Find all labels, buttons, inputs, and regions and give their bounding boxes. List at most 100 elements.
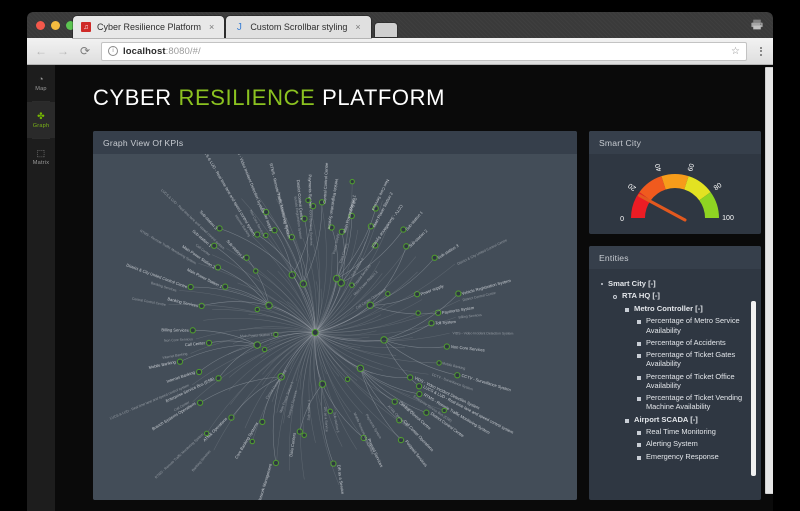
graph-node[interactable] <box>423 409 430 416</box>
graph-card-title: Graph View Of KPIs <box>93 131 577 154</box>
graph-node[interactable] <box>407 374 414 381</box>
new-tab-button[interactable] <box>374 23 397 37</box>
graph-node-label: Banking Services <box>167 296 199 308</box>
graph-node[interactable] <box>349 178 355 185</box>
graph-node[interactable] <box>380 336 388 344</box>
graph-node[interactable] <box>301 432 307 438</box>
sidebar-item-map[interactable]: ◔ Map <box>27 65 55 101</box>
browser-tab-1[interactable]: ♫ Cyber Resilience Platform × <box>73 16 225 38</box>
browser-tab-2[interactable]: J Custom Scrollbar styling × <box>226 16 371 38</box>
entities-tree[interactable]: Smart City [-] RTA HQ [-] Metro Controller… <box>589 269 761 500</box>
kpi-network-graph[interactable]: Main Power Station 1 Main Power Station 2… <box>93 154 577 500</box>
sidebar-item-label: Graph <box>32 123 50 129</box>
graph-card-body[interactable]: Main Power Station 1 Main Power Station 2… <box>93 154 577 500</box>
tree-bullet-icon <box>625 307 629 312</box>
address-bar[interactable]: i localhost:8080/#/ ☆ <box>101 41 747 61</box>
graph-node[interactable] <box>415 383 423 390</box>
close-tab-icon[interactable]: × <box>209 22 214 32</box>
bookmark-star-icon[interactable]: ☆ <box>731 46 740 57</box>
tree-item[interactable]: Percentage of Ticket Vending Machine Ava… <box>599 393 749 412</box>
tree-item[interactable]: Real Time Monitoring <box>599 427 749 436</box>
site-info-icon[interactable]: i <box>108 46 118 56</box>
tree-item[interactable]: RTA HQ [-] <box>599 291 749 300</box>
graph-node[interactable] <box>454 372 461 379</box>
graph-node[interactable] <box>385 291 391 297</box>
url-host: localhost <box>123 45 166 57</box>
tree-item[interactable]: Percentage of Accidents <box>599 338 749 347</box>
graph-node[interactable] <box>205 339 213 347</box>
graph-node[interactable] <box>455 290 462 297</box>
map-icon: ◔ <box>38 74 44 84</box>
graph-node[interactable] <box>196 399 204 406</box>
close-window-button[interactable] <box>36 21 45 30</box>
graph-node-label: Banking Services <box>191 449 212 472</box>
reload-button[interactable]: ⟳ <box>79 45 91 57</box>
graph-node[interactable] <box>441 407 447 414</box>
tree-item[interactable]: Percentage of Ticket Office Availability <box>599 372 749 391</box>
graph-node[interactable] <box>311 328 319 337</box>
graph-node[interactable] <box>443 343 450 350</box>
tree-item[interactable]: Alerting System <box>599 439 749 448</box>
chrome-menu-icon[interactable] <box>757 46 765 56</box>
minimize-window-button[interactable] <box>51 21 60 30</box>
tree-item-label: Percentage of Ticket Vending Machine Ava… <box>646 393 743 412</box>
graph-node-label: Mobile Network Management <box>253 462 273 500</box>
graph-node[interactable] <box>198 302 205 310</box>
graph-node-label: VIDS - Video Incident Detection System <box>453 331 514 335</box>
url-path: :8080/#/ <box>165 45 201 57</box>
tree-item[interactable]: Metro Controller [-] <box>599 304 749 313</box>
graph-node[interactable] <box>195 368 203 376</box>
graph-node[interactable] <box>415 310 421 316</box>
sidebar-item-matrix[interactable]: ⬚ Matrix <box>27 139 55 175</box>
page-viewport: ◔ Map ✤ Graph ⬚ Matrix CYBER RESILIENCE … <box>27 65 773 511</box>
title-part-1: CYBER <box>93 85 172 110</box>
graph-node-label: Sub-station 2 <box>408 228 429 249</box>
graph-node[interactable] <box>272 459 280 467</box>
printer-icon[interactable] <box>751 19 763 30</box>
tab-strip[interactable]: ♫ Cyber Resilience Platform × J Custom S… <box>73 16 397 38</box>
graph-node-label: Sub-station 3 <box>436 243 460 260</box>
graph-card: Graph View Of KPIs Main Power Station 1M… <box>93 131 577 500</box>
graph-node[interactable] <box>254 306 261 313</box>
entities-card-body[interactable]: Smart City [-] RTA HQ [-] Metro Controller… <box>589 269 761 500</box>
graph-node[interactable] <box>344 376 351 383</box>
tree-item[interactable]: Percentage of Ticket Gates Availability <box>599 350 749 369</box>
tree-item[interactable]: Emergency Response <box>599 452 749 461</box>
graph-edge <box>370 304 439 315</box>
entities-scrollbar[interactable] <box>751 301 756 476</box>
graph-node[interactable] <box>189 327 196 334</box>
graph-node-label: Central Control Centre <box>322 162 329 204</box>
close-tab-icon[interactable]: × <box>355 22 360 32</box>
graph-node[interactable] <box>327 408 333 415</box>
graph-edge <box>198 344 258 373</box>
tree-bullet-icon <box>637 341 641 346</box>
graph-node[interactable] <box>436 360 442 366</box>
page-scrollbar-thumb[interactable] <box>765 67 773 494</box>
smart-city-gauge: 0 20 40 60 80 100 <box>620 163 734 222</box>
graph-node[interactable] <box>222 283 229 290</box>
back-button[interactable]: ← <box>35 45 47 57</box>
graph-node-label: Core Banking Systems <box>234 421 259 459</box>
tree-item[interactable]: Percentage of Metro Service Availability <box>599 316 749 335</box>
graph-node[interactable] <box>261 346 268 353</box>
graph-node[interactable] <box>259 418 266 426</box>
forward-button[interactable]: → <box>57 45 69 57</box>
graph-node[interactable] <box>249 438 256 445</box>
graph-edge <box>218 344 258 379</box>
graph-node-label: Power supply <box>332 233 340 255</box>
graph-node-label: Power supply <box>420 283 445 297</box>
sidebar-item-label: Matrix <box>32 160 50 166</box>
graph-node[interactable] <box>305 197 311 204</box>
graph-node[interactable] <box>391 398 398 405</box>
graph-node[interactable] <box>203 430 210 437</box>
address-bar-url: localhost:8080/#/ <box>123 46 201 57</box>
graph-node[interactable] <box>176 358 184 365</box>
page-scrollbar[interactable] <box>763 65 773 511</box>
window-controls[interactable] <box>36 21 75 30</box>
graph-node[interactable] <box>296 428 303 435</box>
graph-node-label: Vehicle Registration System <box>327 178 340 230</box>
tree-item[interactable]: Airport SCADA [-] <box>599 415 749 424</box>
graph-node[interactable] <box>187 283 194 291</box>
sidebar-item-graph[interactable]: ✤ Graph <box>27 102 55 138</box>
tree-item[interactable]: Smart City [-] <box>599 279 749 288</box>
